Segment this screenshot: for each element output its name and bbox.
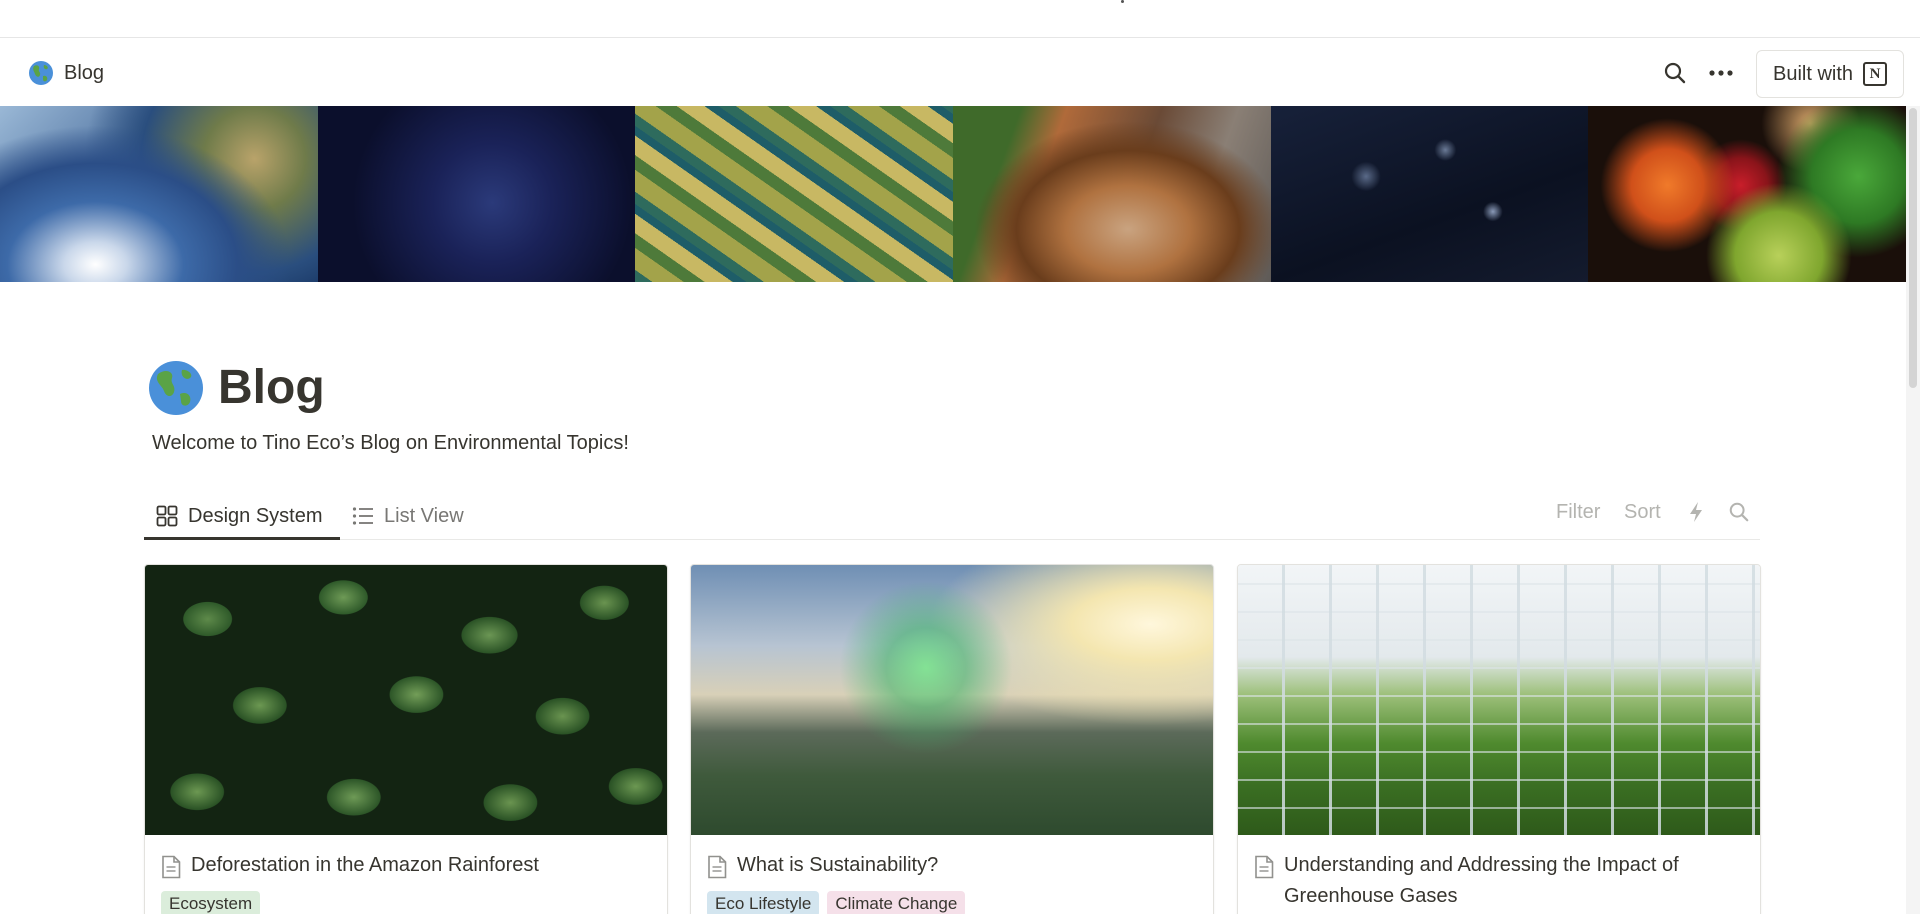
page-title[interactable]: Blog — [218, 356, 325, 420]
lightning-icon — [1690, 502, 1702, 522]
scrollbar[interactable] — [1906, 106, 1920, 914]
card-title: Understanding and Addressing the Impact … — [1284, 854, 1679, 907]
gallery-icon — [156, 505, 178, 527]
card-title: What is Sustainability? — [737, 854, 939, 876]
cover-panel-river-delta — [635, 106, 954, 282]
sort-button[interactable]: Sort — [1624, 492, 1661, 532]
tab-list-view-label: List View — [384, 504, 464, 527]
database-views-bar: Design System List View Filter Sort — [144, 492, 1760, 540]
search-icon — [1729, 502, 1749, 522]
gallery-card[interactable]: Deforestation in the Amazon Rainforest E… — [144, 564, 668, 914]
notion-logo-icon: N — [1863, 62, 1888, 86]
topbar: Blog Built with N — [0, 38, 1920, 106]
globe-icon — [29, 61, 53, 85]
more-icon — [1709, 70, 1733, 76]
database-search-button[interactable] — [1726, 492, 1752, 532]
more-button[interactable] — [1704, 58, 1738, 88]
breadcrumb[interactable]: Blog — [28, 58, 104, 88]
page-doc-icon — [708, 855, 727, 879]
automation-button[interactable] — [1684, 492, 1708, 532]
active-tab-underline — [144, 537, 340, 540]
cover-panel-ocean — [1270, 106, 1589, 282]
search-icon — [1664, 62, 1686, 84]
built-with-label: Built with — [1772, 62, 1854, 85]
page-doc-icon — [1255, 855, 1274, 879]
page-globe-icon — [149, 361, 203, 415]
top-strip-dot — [1121, 0, 1124, 3]
cover-panel-earth-night — [317, 106, 636, 282]
browser-top-strip — [0, 0, 1920, 38]
topbar-search-button[interactable] — [1660, 58, 1690, 88]
cover-panel-hurricane — [0, 106, 318, 282]
tag-ecosystem: Ecosystem — [161, 891, 261, 914]
built-with-notion-button[interactable]: Built with N — [1756, 50, 1904, 98]
filter-button[interactable]: Filter — [1556, 492, 1600, 532]
page-cover-image — [0, 106, 1906, 282]
page-doc-icon — [162, 855, 181, 879]
gallery-card[interactable]: What is Sustainability? Eco Lifestyle Cl… — [690, 564, 1214, 914]
tab-design-system-label: Design System — [188, 504, 323, 527]
card-cover-leaves — [145, 565, 667, 835]
gallery-card[interactable]: Understanding and Addressing the Impact … — [1237, 564, 1761, 914]
card-cover-sustainability — [691, 565, 1213, 835]
tab-list-view[interactable]: List View — [352, 492, 464, 540]
card-title: Deforestation in the Amazon Rainforest — [191, 854, 539, 876]
card-cover-greenhouse — [1238, 565, 1760, 835]
cover-panel-tiger — [953, 106, 1271, 282]
tag-eco-lifestyle: Eco Lifestyle — [707, 891, 820, 914]
breadcrumb-label: Blog — [64, 61, 105, 84]
page-description: Welcome to Tino Eco’s Blog on Environmen… — [152, 432, 629, 454]
list-icon — [352, 507, 373, 525]
tab-design-system[interactable]: Design System — [156, 492, 323, 540]
scrollbar-thumb[interactable] — [1909, 108, 1917, 388]
cover-panel-vegetables — [1588, 106, 1906, 282]
tag-climate-change: Climate Change — [827, 891, 966, 914]
